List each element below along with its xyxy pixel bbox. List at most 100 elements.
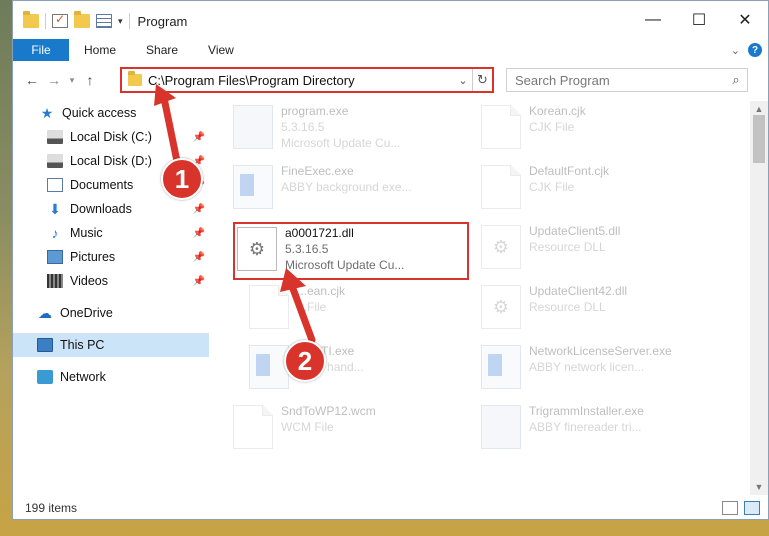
file-item[interactable]: FineExec.exe ABBY background exe...: [233, 163, 463, 219]
sidebar-item-label: Local Disk (D:): [70, 154, 152, 168]
up-arrow-icon[interactable]: ↑: [79, 72, 101, 88]
sidebar-item-this-pc[interactable]: This PC: [13, 333, 209, 357]
file-name: DefaultFont.cjk: [529, 164, 610, 178]
search-box[interactable]: ⌕: [506, 68, 748, 92]
quick-access-toolbar: ▾: [13, 11, 130, 29]
tab-file[interactable]: File: [13, 39, 69, 61]
sidebar-item-label: Network: [60, 370, 106, 384]
file-meta: Microsoft Update Cu...: [281, 136, 401, 150]
file-icon: [481, 105, 521, 149]
file-item[interactable]: SndToWP12.wcm WCM File: [233, 403, 463, 459]
file-meta: Resource DLL: [529, 300, 606, 314]
file-name: NetworkLicenseServer.exe: [529, 344, 672, 358]
onedrive-icon: ☁: [38, 305, 52, 321]
file-meta: CJK File: [529, 120, 575, 134]
pin-icon[interactable]: 📌: [193, 204, 205, 215]
callout-badge-2: 2: [284, 340, 326, 382]
file-name: program.exe: [281, 104, 349, 118]
music-icon: ♪: [51, 225, 59, 241]
sidebar-item-downloads[interactable]: ⬇ Downloads 📌: [13, 197, 209, 221]
item-count: 199 items: [25, 501, 78, 515]
callout-badge-1: 1: [161, 158, 203, 200]
file-meta: WCM File: [281, 420, 334, 434]
title-bar: ▾ Program — ☐ ✕: [13, 1, 768, 41]
installer-icon: [481, 405, 521, 449]
tab-view[interactable]: View: [193, 39, 249, 61]
toolbar-separator: [128, 13, 130, 29]
file-item[interactable]: ...ySTI.exe ...ent hand...: [249, 343, 479, 399]
file-name: Korean.cjk: [529, 104, 586, 118]
disk-icon: [47, 154, 63, 168]
sidebar-item-label: Quick access: [62, 106, 137, 120]
maximize-button[interactable]: ☐: [676, 1, 722, 39]
sidebar-item-label: This PC: [60, 338, 105, 352]
folder-icon: [128, 71, 142, 86]
file-name: UpdateClient5.dll: [529, 224, 621, 238]
network-icon: [37, 370, 53, 384]
disk-icon: [47, 130, 63, 144]
folder-icon[interactable]: [23, 11, 39, 28]
file-item[interactable]: NetworkLicenseServer.exe ABBY network li…: [481, 343, 711, 399]
file-meta: CJK File: [529, 180, 575, 194]
sidebar-item-music[interactable]: ♪ Music 📌: [13, 221, 209, 245]
pin-icon[interactable]: 📌: [193, 276, 205, 287]
pictures-icon: [47, 250, 63, 264]
forward-arrow-icon[interactable]: →: [43, 72, 65, 88]
ribbon-right-controls: ⌄ ?: [731, 39, 768, 61]
properties-icon[interactable]: [96, 14, 112, 28]
properties-check-icon[interactable]: [52, 12, 68, 28]
sidebar-item-label: Music: [70, 226, 103, 240]
tab-home[interactable]: Home: [69, 39, 131, 61]
back-arrow-icon[interactable]: ←: [21, 72, 43, 88]
details-view-icon[interactable]: [722, 501, 738, 515]
file-item[interactable]: ⚙ UpdateClient5.dll Resource DLL: [481, 223, 711, 279]
sidebar-item-label: Videos: [70, 274, 108, 288]
sidebar-item-label: Pictures: [70, 250, 116, 264]
help-icon[interactable]: ?: [748, 43, 762, 57]
file-item[interactable]: TrigrammInstaller.exe ABBY finereader tr…: [481, 403, 711, 459]
tab-share[interactable]: Share: [131, 39, 193, 61]
sidebar-item-onedrive[interactable]: ☁ OneDrive: [13, 301, 209, 325]
sidebar-item-pictures[interactable]: Pictures 📌: [13, 245, 209, 269]
expand-ribbon-chevron-icon[interactable]: ⌄: [731, 44, 740, 57]
pin-icon[interactable]: 📌: [193, 228, 205, 239]
file-item[interactable]: ⚙ UpdateClient42.dll Resource DLL: [481, 283, 711, 339]
file-name: SndToWP12.wcm: [281, 404, 376, 418]
address-history-chevron-icon[interactable]: ⌄: [454, 74, 472, 87]
pin-icon[interactable]: 📌: [193, 252, 205, 263]
minimize-button[interactable]: —: [630, 1, 676, 39]
star-icon: ★: [40, 105, 54, 121]
scroll-down-icon[interactable]: ▼: [750, 479, 768, 495]
sidebar-item-videos[interactable]: Videos 📌: [13, 269, 209, 293]
file-item[interactable]: Korean.cjk CJK File: [481, 103, 711, 159]
downloads-icon: ⬇: [49, 201, 61, 217]
recent-locations-chevron-icon[interactable]: ▾: [65, 75, 79, 86]
search-icon[interactable]: ⌕: [725, 72, 747, 88]
vertical-scrollbar[interactable]: ▲ ▼: [750, 101, 768, 495]
file-name: UpdateClient42.dll: [529, 284, 628, 298]
videos-icon: [47, 274, 63, 288]
this-pc-icon: [37, 338, 53, 352]
file-icon: [481, 165, 521, 209]
file-item[interactable]: DefaultFont.cjk CJK File: [481, 163, 711, 219]
customize-toolbar-chevron-icon[interactable]: ▾: [118, 16, 123, 27]
new-folder-icon[interactable]: [74, 11, 90, 28]
installer-icon: [233, 105, 273, 149]
file-item[interactable]: program.exe 5.3.16.5 Microsoft Update Cu…: [233, 103, 463, 159]
file-meta: ABBY network licen...: [529, 360, 645, 374]
sidebar-item-label: Local Disk (C:): [70, 130, 152, 144]
sidebar-item-label: Documents: [70, 178, 134, 192]
scroll-thumb[interactable]: [753, 115, 765, 163]
gear-file-icon: ⚙: [481, 225, 521, 269]
sidebar-item-network[interactable]: Network: [13, 365, 209, 389]
file-name: FineExec.exe: [281, 164, 354, 178]
file-name: TrigrammInstaller.exe: [529, 404, 644, 418]
large-icons-view-icon[interactable]: [744, 501, 760, 515]
app-icon: [233, 165, 273, 209]
callout-arrow-2: [280, 268, 316, 344]
search-input[interactable]: [515, 72, 725, 88]
app-icon: [249, 345, 289, 389]
refresh-icon[interactable]: ↻: [472, 69, 492, 91]
close-button[interactable]: ✕: [722, 1, 768, 39]
sidebar-item-label: OneDrive: [60, 306, 113, 320]
